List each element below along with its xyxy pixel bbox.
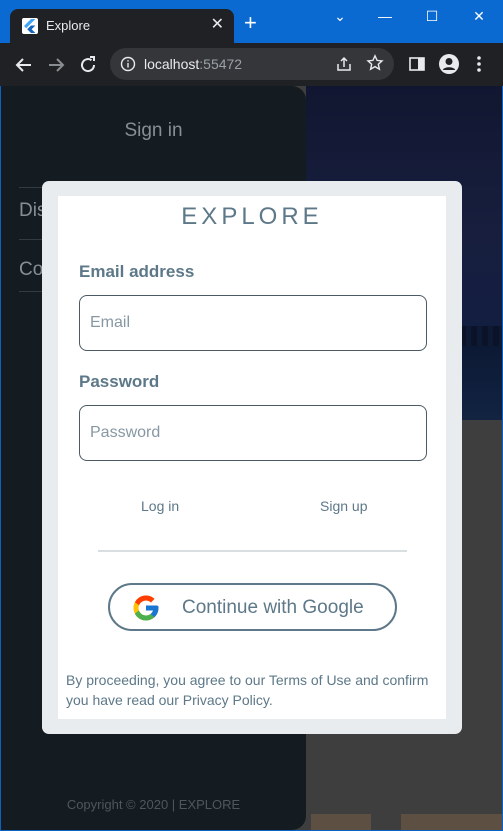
email-field[interactable] [79,295,427,351]
bookmark-star-icon[interactable] [366,54,384,77]
email-label: Email address [79,262,195,281]
back-arrow-icon[interactable] [12,53,36,77]
password-input[interactable] [90,406,416,459]
google-button-label: Continue with Google [182,597,364,618]
url-host: localhost [144,56,200,72]
close-window-icon[interactable]: ✕ [468,6,490,26]
close-tab-icon[interactable]: ✕ [211,15,224,35]
url-port: :55472 [199,56,243,72]
address-bar[interactable]: localhost:55472 [110,48,394,80]
password-label: Password [79,372,160,391]
new-tab-icon[interactable]: + [244,12,257,34]
browser-tab[interactable]: Explore ✕ [10,9,234,43]
page-viewport: Sign in Dis Co Copyright © 2020 | EXPLOR… [1,86,502,830]
brand-logo: EXPLORE [181,203,323,230]
browser-titlebar: Explore ✕ + ⌄ — ☐ ✕ [0,0,503,43]
more-menu-icon[interactable] [476,55,482,78]
profile-icon[interactable] [438,53,460,80]
flutter-favicon-icon [22,18,38,34]
legal-notice: By proceeding, you agree to our Terms of… [66,672,429,708]
form-divider [98,550,407,552]
site-info-icon[interactable] [120,56,136,77]
minimize-icon[interactable]: — [374,6,396,26]
maximize-icon[interactable]: ☐ [421,6,443,26]
reload-icon[interactable] [76,53,100,77]
forward-arrow-icon[interactable] [44,53,68,77]
log-in-button[interactable]: Log in [141,498,179,514]
share-icon[interactable] [335,55,353,78]
sign-up-button[interactable]: Sign up [320,498,367,514]
password-field[interactable] [79,405,427,461]
tab-search-chevron-icon[interactable]: ⌄ [329,6,351,26]
email-input[interactable] [90,296,416,349]
side-panel-icon[interactable] [408,55,426,78]
sign-in-dialog: EXPLORE Email address Password Log in Si… [42,181,462,734]
sign-in-form: EXPLORE Email address Password Log in Si… [58,196,446,719]
url-text: localhost:55472 [144,56,242,72]
google-logo-icon [131,593,161,628]
tab-title: Explore [46,18,91,33]
continue-with-google-button[interactable]: Continue with Google [108,583,397,631]
browser-toolbar: localhost:55472 [0,43,503,86]
